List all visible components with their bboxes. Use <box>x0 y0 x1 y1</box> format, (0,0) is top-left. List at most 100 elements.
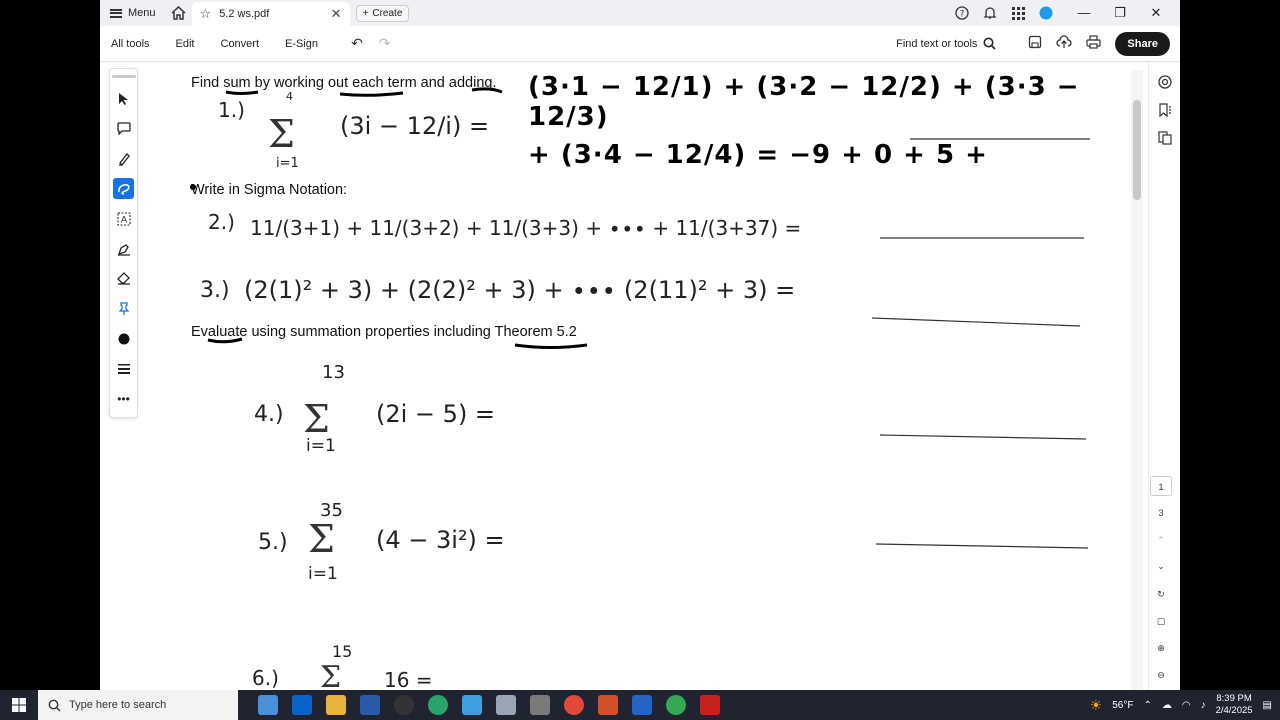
annotation-toolbar: A ••• <box>109 68 138 418</box>
tray-chevron-icon[interactable]: ⌃ <box>1143 700 1151 711</box>
share-button[interactable]: Share <box>1115 31 1170 56</box>
main-toolbar: All tools Edit Convert E-Sign ↶ ↷ Find t… <box>100 26 1180 62</box>
file-explorer-icon[interactable] <box>326 695 346 715</box>
text-box-icon[interactable]: A <box>113 208 134 229</box>
toolbar-esign[interactable]: E-Sign <box>274 38 318 50</box>
zoom-out-icon[interactable]: ⊖ <box>1150 665 1172 685</box>
drag-handle[interactable] <box>111 75 136 78</box>
line-weight-icon[interactable] <box>113 358 134 379</box>
app-blue-icon[interactable] <box>462 695 482 715</box>
minimize-icon[interactable]: — <box>1066 5 1102 21</box>
create-button[interactable]: + Create <box>355 4 410 22</box>
word-icon[interactable] <box>360 695 380 715</box>
refresh-icon[interactable]: ↻ <box>1150 584 1172 604</box>
document-viewer[interactable]: A ••• Σ Σ Σ Σ Find sum by working out ea… <box>100 62 1180 690</box>
problem-1-work-line1: (3·1 − 12/1) + (3·2 − 12/2) + (3·3 − 12/… <box>528 72 1080 132</box>
zoom-in-icon[interactable]: ⊕ <box>1150 638 1172 658</box>
fit-page-icon[interactable]: ▢ <box>1150 611 1172 631</box>
outlook-icon[interactable] <box>292 695 312 715</box>
title-bar: Menu ☆ 5.2 ws.pdf ✕ + Create ? — ❐ ✕ <box>100 0 1180 26</box>
help-icon[interactable]: ? <box>954 5 970 21</box>
comment-icon[interactable] <box>113 118 134 139</box>
chrome-icon[interactable] <box>564 695 584 715</box>
print-icon[interactable] <box>1086 35 1102 52</box>
onedrive-icon[interactable]: ☁ <box>1162 700 1172 711</box>
home-button[interactable] <box>166 0 192 26</box>
vertical-scrollbar[interactable] <box>1131 70 1143 690</box>
close-tab-icon[interactable]: ✕ <box>331 6 342 22</box>
app-icon[interactable] <box>394 695 414 715</box>
profile-avatar-icon[interactable] <box>1038 5 1054 21</box>
task-view-icon[interactable] <box>258 695 278 715</box>
upload-cloud-icon[interactable] <box>1056 35 1072 52</box>
toolbar-convert[interactable]: Convert <box>210 38 260 50</box>
page-up-icon[interactable]: ⌃ <box>1150 530 1172 550</box>
notifications-icon[interactable]: ▤ <box>1263 700 1272 711</box>
problem-5-upper: 35 <box>320 500 343 521</box>
menu-label: Menu <box>128 7 156 19</box>
create-label: Create <box>372 7 403 19</box>
problem-5-expression: (4 − 3i²) = <box>376 526 505 554</box>
pages-icon[interactable] <box>1157 130 1173 146</box>
svg-text:A: A <box>120 215 127 225</box>
clock-date: 2/4/2025 <box>1215 705 1253 716</box>
page-down-icon[interactable]: ⌄ <box>1150 556 1172 576</box>
powerpoint-icon[interactable] <box>598 695 618 715</box>
weather-icon[interactable]: ☀ <box>1090 697 1103 714</box>
more-options-icon[interactable]: ••• <box>113 388 134 409</box>
freehand-draw-icon[interactable] <box>113 178 134 199</box>
restore-icon[interactable]: ❐ <box>1102 5 1138 21</box>
problem-4-lower: i=1 <box>306 436 336 456</box>
mail-icon[interactable] <box>632 695 652 715</box>
ai-assistant-icon[interactable] <box>1157 74 1173 90</box>
star-icon[interactable]: ☆ <box>200 6 212 22</box>
tab-title: 5.2 ws.pdf <box>219 8 270 20</box>
window-close-icon[interactable]: ✕ <box>1138 5 1174 21</box>
heading-find-sum: Find sum by working out each term and ad… <box>191 75 497 91</box>
taskbar-search[interactable]: Type here to search <box>38 690 238 720</box>
plus-icon: + <box>362 7 369 19</box>
system-clock[interactable]: 8:39 PM 2/4/2025 <box>1216 693 1253 717</box>
total-pages: 3 <box>1158 508 1164 518</box>
find-text-button[interactable]: Find text or tools <box>896 37 996 50</box>
bookmark-icon[interactable] <box>1157 102 1173 118</box>
eraser-icon[interactable] <box>113 268 134 289</box>
windows-start-icon[interactable] <box>0 698 38 712</box>
app-gray-icon[interactable] <box>496 695 516 715</box>
wifi-icon[interactable]: ◠ <box>1182 700 1191 711</box>
problem-3-expression: (2(1)² + 3) + (2(2)² + 3) + ∙∙∙ (2(11)² … <box>244 276 796 304</box>
toolbar-edit[interactable]: Edit <box>165 38 195 50</box>
current-page-indicator[interactable]: 1 <box>1150 476 1172 496</box>
heading-evaluate: Evaluate using summation properties incl… <box>191 324 577 340</box>
menu-button[interactable]: Menu <box>100 0 166 26</box>
problem-6-upper: 15 <box>332 642 353 661</box>
redo-icon[interactable]: ↷ <box>379 35 391 52</box>
windows-taskbar: Type here to search ☀ 56°F ⌃ ☁ ◠ ♪ 8:39 … <box>0 690 1280 720</box>
color-picker-icon[interactable] <box>113 328 134 349</box>
chrome-profile-icon[interactable] <box>666 695 686 715</box>
problem-4-expression: (2i − 5) = <box>376 400 496 428</box>
problem-1-lower: i=1 <box>276 156 299 171</box>
edge-icon[interactable] <box>428 695 448 715</box>
weather-temp[interactable]: 56°F <box>1112 700 1133 711</box>
acrobat-icon[interactable] <box>700 695 720 715</box>
document-tab[interactable]: ☆ 5.2 ws.pdf ✕ <box>191 2 350 26</box>
search-icon <box>48 699 61 711</box>
scroll-thumb[interactable] <box>1133 100 1141 200</box>
volume-icon[interactable]: ♪ <box>1201 700 1206 711</box>
undo-icon[interactable]: ↶ <box>351 35 363 52</box>
svg-text:Σ: Σ <box>320 660 341 690</box>
toolbar-all-tools[interactable]: All tools <box>100 38 150 50</box>
problem-4-label: 4.) <box>254 402 284 427</box>
app-gear-icon[interactable] <box>530 695 550 715</box>
highlight-pen-icon[interactable] <box>113 148 134 169</box>
stamp-sign-icon[interactable] <box>113 238 134 259</box>
select-arrow-icon[interactable] <box>113 88 134 109</box>
bell-icon[interactable] <box>982 5 998 21</box>
problem-1-upper: 4 <box>286 90 293 103</box>
save-icon[interactable] <box>1028 35 1042 52</box>
clock-time: 8:39 PM <box>1216 693 1252 704</box>
pin-icon[interactable] <box>113 298 134 319</box>
svg-text:Σ: Σ <box>303 397 330 441</box>
apps-grid-icon[interactable] <box>1010 5 1026 21</box>
